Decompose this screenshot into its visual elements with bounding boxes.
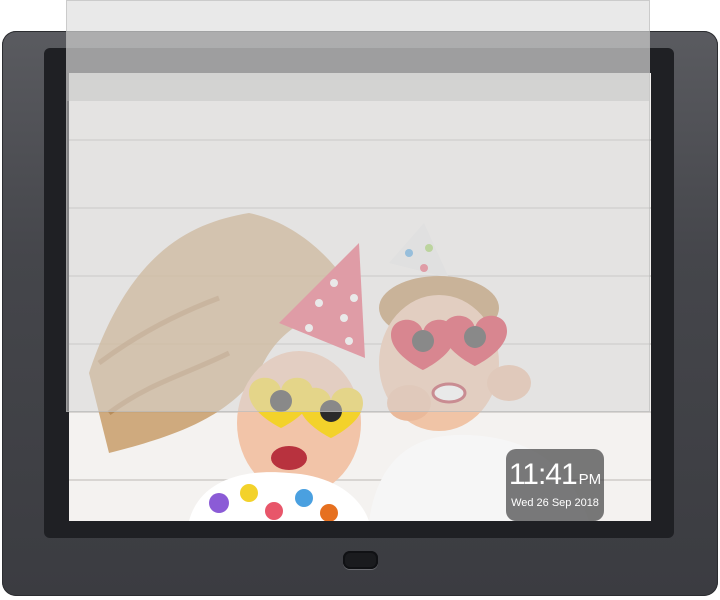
power-button[interactable] <box>343 551 378 569</box>
clock-date: Wed 26 Sep 2018 <box>511 497 599 509</box>
film-reflection-band <box>67 31 649 101</box>
screen-protector-film <box>67 1 649 411</box>
clock-widget: 11:41 PM Wed 26 Sep 2018 <box>506 449 604 521</box>
clock-meridiem: PM <box>578 471 602 488</box>
clock-time: 11:41 PM <box>506 459 604 496</box>
clock-time-value: 11:41 <box>508 458 578 491</box>
